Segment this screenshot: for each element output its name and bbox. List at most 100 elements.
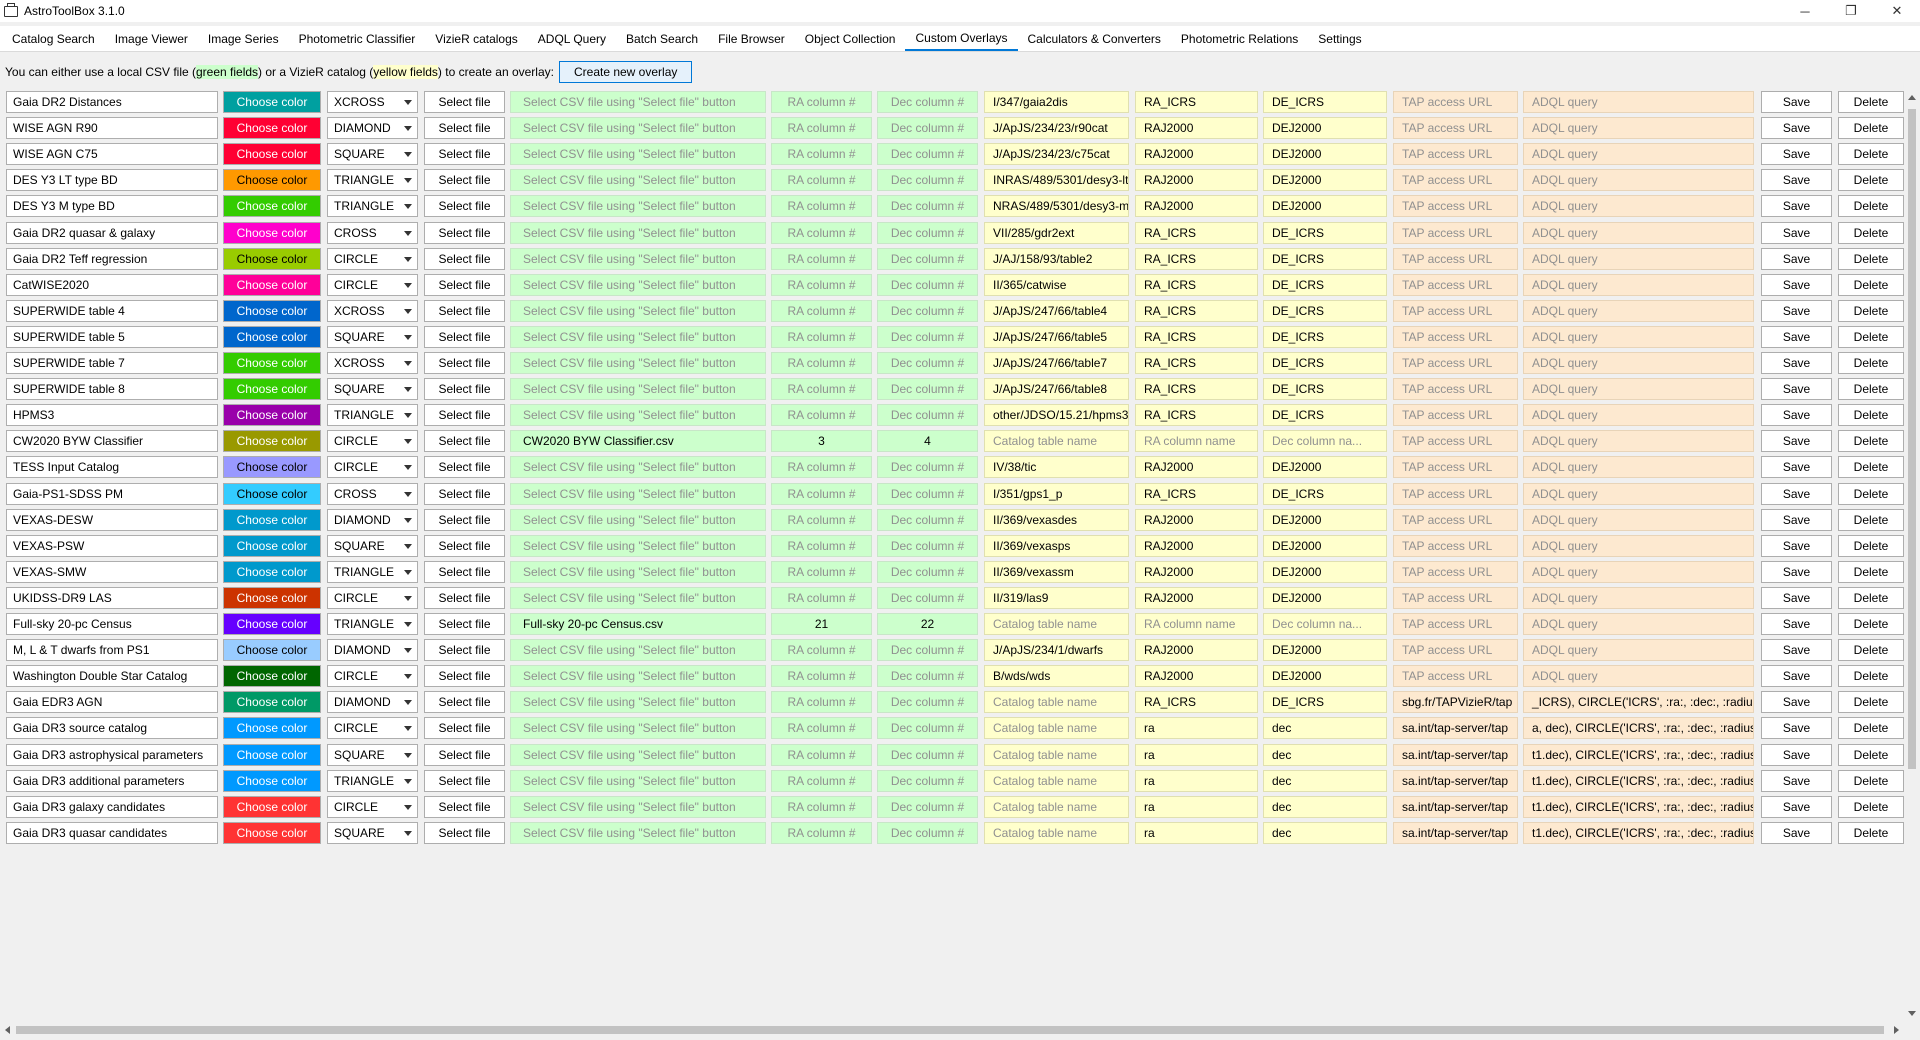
select-file-button[interactable]: Select file [424, 404, 505, 427]
delete-button[interactable]: Delete [1838, 299, 1904, 322]
adql-query-field[interactable]: t1.dec), CIRCLE('ICRS', :ra:, :dec:, :ra… [1523, 821, 1754, 844]
dec-column-name-field[interactable]: DE_ICRS [1263, 273, 1387, 296]
overlay-name-field[interactable]: DES Y3 LT type BD [6, 169, 218, 192]
ra-column-name-field[interactable]: RA_ICRS [1135, 352, 1258, 374]
select-file-button[interactable]: Select file [424, 691, 505, 714]
overlay-name-field[interactable]: Gaia DR3 astrophysical parameters [6, 743, 218, 766]
choose-color-button[interactable]: Choose color [223, 508, 321, 531]
dec-column-number-field[interactable]: Dec column # [877, 195, 978, 218]
choose-color-button[interactable]: Choose color [223, 691, 321, 714]
select-file-button[interactable]: Select file [424, 378, 505, 401]
shape-select[interactable]: CIRCLE [327, 247, 418, 270]
catalog-table-field[interactable]: J/ApJS/247/66/table8 [984, 378, 1129, 401]
choose-color-button[interactable]: Choose color [223, 613, 321, 635]
select-file-button[interactable]: Select file [424, 795, 505, 818]
ra-column-name-field[interactable]: RAJ2000 [1135, 117, 1258, 140]
adql-query-field[interactable]: ADQL query [1523, 508, 1754, 531]
dec-column-number-field[interactable]: Dec column # [877, 482, 978, 505]
save-button[interactable]: Save [1761, 378, 1832, 401]
ra-column-number-field[interactable]: 3 [771, 430, 872, 453]
choose-color-button[interactable]: Choose color [223, 482, 321, 505]
adql-query-field[interactable]: t1.dec), CIRCLE('ICRS', :ra:, :dec:, :ra… [1523, 769, 1754, 792]
choose-color-button[interactable]: Choose color [223, 247, 321, 270]
dec-column-number-field[interactable]: Dec column # [877, 273, 978, 296]
delete-button[interactable]: Delete [1838, 247, 1904, 270]
select-file-button[interactable]: Select file [424, 560, 505, 583]
dec-column-name-field[interactable]: DE_ICRS [1263, 325, 1387, 348]
csv-file-field[interactable]: Select CSV file using "Select file" butt… [510, 456, 766, 479]
dec-column-name-field[interactable]: DE_ICRS [1263, 221, 1387, 244]
shape-select[interactable]: XCROSS [327, 91, 418, 113]
catalog-table-field[interactable]: Catalog table name [984, 691, 1129, 714]
ra-column-name-field[interactable]: ra [1135, 717, 1258, 740]
choose-color-button[interactable]: Choose color [223, 117, 321, 140]
choose-color-button[interactable]: Choose color [223, 91, 321, 113]
overlay-name-field[interactable]: Gaia EDR3 AGN [6, 691, 218, 714]
tap-url-field[interactable]: TAP access URL [1393, 143, 1518, 166]
tap-url-field[interactable]: TAP access URL [1393, 639, 1518, 662]
dec-column-name-field[interactable]: DEJ2000 [1263, 560, 1387, 583]
dec-column-name-field[interactable]: dec [1263, 795, 1387, 818]
ra-column-name-field[interactable]: RAJ2000 [1135, 560, 1258, 583]
save-button[interactable]: Save [1761, 404, 1832, 427]
csv-file-field[interactable]: Select CSV file using "Select file" butt… [510, 143, 766, 166]
save-button[interactable]: Save [1761, 143, 1832, 166]
csv-file-field[interactable]: Select CSV file using "Select file" butt… [510, 117, 766, 140]
save-button[interactable]: Save [1761, 639, 1832, 662]
dec-column-name-field[interactable]: DE_ICRS [1263, 299, 1387, 322]
dec-column-name-field[interactable]: Dec column na... [1263, 613, 1387, 635]
shape-select[interactable]: TRIANGLE [327, 195, 418, 218]
dec-column-name-field[interactable]: DEJ2000 [1263, 508, 1387, 531]
csv-file-field[interactable]: Full-sky 20-pc Census.csv [510, 613, 766, 635]
vertical-scrollbar[interactable] [1904, 89, 1920, 1022]
dec-column-number-field[interactable]: Dec column # [877, 91, 978, 113]
select-file-button[interactable]: Select file [424, 769, 505, 792]
csv-file-field[interactable]: Select CSV file using "Select file" butt… [510, 639, 766, 662]
dec-column-name-field[interactable]: DE_ICRS [1263, 352, 1387, 374]
maximize-icon[interactable]: ❐ [1828, 0, 1874, 22]
catalog-table-field[interactable]: J/AJ/158/93/table2 [984, 247, 1129, 270]
tap-url-field[interactable]: sa.int/tap-server/tap [1393, 821, 1518, 844]
dec-column-number-field[interactable]: Dec column # [877, 247, 978, 270]
save-button[interactable]: Save [1761, 821, 1832, 844]
choose-color-button[interactable]: Choose color [223, 586, 321, 609]
delete-button[interactable]: Delete [1838, 456, 1904, 479]
ra-column-number-field[interactable]: RA column # [771, 821, 872, 844]
save-button[interactable]: Save [1761, 534, 1832, 557]
csv-file-field[interactable]: Select CSV file using "Select file" butt… [510, 273, 766, 296]
delete-button[interactable]: Delete [1838, 691, 1904, 714]
catalog-table-field[interactable]: II/369/vexasps [984, 534, 1129, 557]
overlay-name-field[interactable]: Gaia DR2 quasar & galaxy [6, 221, 218, 244]
csv-file-field[interactable]: Select CSV file using "Select file" butt… [510, 195, 766, 218]
ra-column-number-field[interactable]: RA column # [771, 456, 872, 479]
select-file-button[interactable]: Select file [424, 534, 505, 557]
catalog-table-field[interactable]: IV/38/tic [984, 456, 1129, 479]
ra-column-number-field[interactable]: RA column # [771, 769, 872, 792]
catalog-table-field[interactable]: J/ApJS/247/66/table7 [984, 352, 1129, 374]
csv-file-field[interactable]: Select CSV file using "Select file" butt… [510, 795, 766, 818]
csv-file-field[interactable]: Select CSV file using "Select file" butt… [510, 508, 766, 531]
save-button[interactable]: Save [1761, 91, 1832, 113]
minimize-icon[interactable]: ─ [1782, 0, 1828, 22]
overlay-name-field[interactable]: Gaia DR3 additional parameters [6, 769, 218, 792]
shape-select[interactable]: CIRCLE [327, 456, 418, 479]
catalog-table-field[interactable]: B/wds/wds [984, 665, 1129, 688]
save-button[interactable]: Save [1761, 430, 1832, 453]
save-button[interactable]: Save [1761, 586, 1832, 609]
select-file-button[interactable]: Select file [424, 91, 505, 113]
choose-color-button[interactable]: Choose color [223, 404, 321, 427]
tab-photometric-classifier[interactable]: Photometric Classifier [289, 26, 426, 51]
shape-select[interactable]: DIAMOND [327, 691, 418, 714]
shape-select[interactable]: DIAMOND [327, 639, 418, 662]
dec-column-name-field[interactable]: dec [1263, 821, 1387, 844]
choose-color-button[interactable]: Choose color [223, 717, 321, 740]
delete-button[interactable]: Delete [1838, 821, 1904, 844]
dec-column-number-field[interactable]: Dec column # [877, 821, 978, 844]
shape-select[interactable]: CIRCLE [327, 665, 418, 688]
overlay-name-field[interactable]: M, L & T dwarfs from PS1 [6, 639, 218, 662]
choose-color-button[interactable]: Choose color [223, 378, 321, 401]
adql-query-field[interactable]: ADQL query [1523, 299, 1754, 322]
tap-url-field[interactable]: TAP access URL [1393, 378, 1518, 401]
choose-color-button[interactable]: Choose color [223, 430, 321, 453]
choose-color-button[interactable]: Choose color [223, 560, 321, 583]
